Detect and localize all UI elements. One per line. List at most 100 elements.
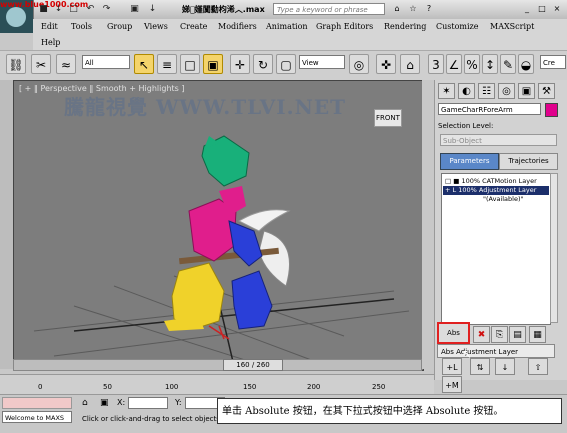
object-name-field[interactable]: GameCharRForeArm [438, 103, 541, 115]
menu-views[interactable]: Views [144, 22, 168, 31]
welcome-field[interactable]: Welcome to MAXS [2, 411, 72, 423]
remove-layer-icon[interactable]: ✖ [473, 326, 490, 343]
minimize-button[interactable]: _ [520, 3, 534, 15]
layer-list[interactable]: □ ■ 100% CATMotion Layer + L 100% Adjust… [441, 173, 551, 325]
leg-blue [231, 270, 273, 330]
motion-tab-icon[interactable]: ◎ [498, 83, 515, 99]
open-icon[interactable]: ↓ [52, 3, 65, 15]
favorites-icon[interactable]: ☆ [406, 3, 420, 15]
object-color-swatch[interactable] [545, 103, 558, 117]
menu-rendering[interactable]: Rendering [384, 22, 426, 31]
snaps-toggle-icon[interactable]: 3 [428, 54, 444, 74]
keyboard-shortcut-icon[interactable]: ⌂ [400, 54, 420, 74]
modify-tab-icon[interactable]: ◐ [458, 83, 475, 99]
menu-create[interactable]: Create [180, 22, 207, 31]
perspective-viewport[interactable]: [ + ‖ Perspective ‖ Smooth + Highlights … [13, 80, 424, 371]
display-tab-icon[interactable]: ▣ [518, 83, 535, 99]
close-button[interactable]: × [550, 3, 564, 15]
app-logo-button[interactable]: www.blue1000.com [0, 0, 88, 33]
timeline-tick: 50 [103, 383, 112, 391]
track-bar[interactable] [0, 374, 434, 395]
menu-graph-editors[interactable]: Graph Editors [316, 22, 373, 31]
quick-access-dropdown-icon[interactable]: ↓ [146, 3, 159, 15]
list-item[interactable]: "(Available)" [443, 195, 549, 204]
absolute-layer-button[interactable]: Abs [437, 322, 470, 344]
paste-layer-icon[interactable]: ▤ [509, 326, 526, 343]
flyout-option-icon[interactable]: ⇧ [528, 358, 548, 375]
mirror-icon[interactable]: ◒ [518, 54, 534, 74]
select-by-name-icon[interactable]: ≡ [157, 54, 177, 74]
link-icon[interactable]: ⛓ [6, 54, 26, 74]
axe-blade [258, 230, 290, 287]
pivot-center-icon[interactable]: ◎ [349, 54, 369, 74]
tab-trajectories[interactable]: Trajectories [499, 153, 558, 170]
menu-edit[interactable]: Edit [41, 22, 58, 31]
x-coord-field[interactable] [128, 397, 168, 409]
menu-maxscript[interactable]: MAXScript [490, 22, 534, 31]
list-item[interactable]: □ ■ 100% CATMotion Layer [443, 177, 549, 186]
scene-character[interactable] [14, 81, 423, 370]
list-item[interactable]: + L 100% Adjustment Layer [443, 186, 549, 195]
unlink-icon[interactable]: ✂ [31, 54, 51, 74]
menu-modifiers[interactable]: Modifiers [218, 22, 257, 31]
utilities-tab-icon[interactable]: ⚒ [538, 83, 555, 99]
select-object-icon[interactable]: ↖ [134, 54, 154, 74]
copy-layer-icon[interactable]: ⎘ [491, 326, 508, 343]
selection-filter-dropdown[interactable]: All [82, 55, 130, 69]
named-selection-dropdown[interactable]: Cre [540, 55, 566, 69]
hierarchy-tab-icon[interactable]: ☷ [478, 83, 495, 99]
scale-icon[interactable]: ▢ [276, 54, 296, 74]
layer-label: "(Available)" [483, 195, 524, 203]
percent-snap-icon[interactable]: % [464, 54, 480, 74]
menu-help[interactable]: Help [41, 38, 60, 47]
layer-type-flyout[interactable]: Abs Adjustment Layer [437, 344, 555, 358]
help-icon[interactable]: ? [422, 3, 436, 15]
search-input[interactable]: Type a keyword or phrase [273, 3, 385, 15]
document-title: 娣嫤闃勬枃浠︿.max [182, 5, 265, 14]
layer-list-scrollbar[interactable] [550, 173, 558, 323]
menu-group[interactable]: Group [107, 22, 132, 31]
new-icon[interactable]: ■ [37, 3, 50, 15]
select-manipulate-icon[interactable]: ✜ [376, 54, 396, 74]
absolute-mode-icon[interactable]: ▣ [100, 398, 109, 408]
instruction-caption: 单击 Absolute 按钮，在其下拉式按钮中选择 Absolute 按钮。 [217, 398, 562, 424]
viewport-right-strip [422, 80, 434, 369]
time-slider[interactable] [13, 359, 422, 371]
bind-space-warp-icon[interactable]: ≈ [56, 54, 76, 74]
window-crossing-icon[interactable]: ▣ [203, 54, 223, 74]
save-icon[interactable]: □ [67, 3, 80, 15]
y-coord-label: Y: [175, 398, 182, 407]
timeline-tick: 150 [243, 383, 257, 391]
infocenter-icon[interactable]: ⌂ [390, 3, 404, 15]
layer-manager-icon[interactable]: ▦ [529, 326, 546, 343]
menu-animation[interactable]: Animation [266, 22, 308, 31]
reference-coordinate-dropdown[interactable]: View [299, 55, 345, 69]
rectangular-selection-icon[interactable]: □ [180, 54, 200, 74]
tab-parameters[interactable]: Parameters [440, 153, 499, 170]
flyout-option-icon[interactable]: ⇅ [470, 358, 490, 375]
selection-level-label: Selection Level: [438, 122, 494, 130]
menu-tools[interactable]: Tools [71, 22, 92, 31]
spinner-snap-icon[interactable]: ↕ [482, 54, 498, 74]
maximize-button[interactable]: □ [535, 3, 549, 15]
flyout-abs-label: Abs [441, 348, 454, 356]
redo-icon[interactable]: ↷ [100, 3, 113, 15]
undo-icon[interactable]: ↶ [84, 3, 97, 15]
rotate-icon[interactable]: ↻ [253, 54, 273, 74]
time-slider-thumb[interactable]: 160 / 260 [223, 359, 283, 371]
flyout-option-icon[interactable]: +M [442, 376, 462, 393]
flyout-option-icon[interactable]: ↓ [495, 358, 515, 375]
layer-prefix: + L [445, 186, 457, 194]
foot-yellow [164, 316, 204, 331]
move-icon[interactable]: ✛ [230, 54, 250, 74]
maxscript-listener-mini[interactable] [2, 397, 72, 409]
lock-selection-icon[interactable]: ⌂ [82, 398, 88, 408]
edit-named-selection-icon[interactable]: ✎ [500, 54, 516, 74]
project-icon[interactable]: ▣ [128, 3, 141, 15]
status-prompt: Click or click-and-drag to select object… [82, 415, 220, 423]
menu-customize[interactable]: Customize [436, 22, 479, 31]
angle-snap-icon[interactable]: ∠ [446, 54, 462, 74]
flyout-option-icon[interactable]: +L [442, 358, 462, 375]
subobject-dropdown[interactable]: Sub-Object [440, 134, 557, 146]
create-tab-icon[interactable]: ✶ [438, 83, 455, 99]
